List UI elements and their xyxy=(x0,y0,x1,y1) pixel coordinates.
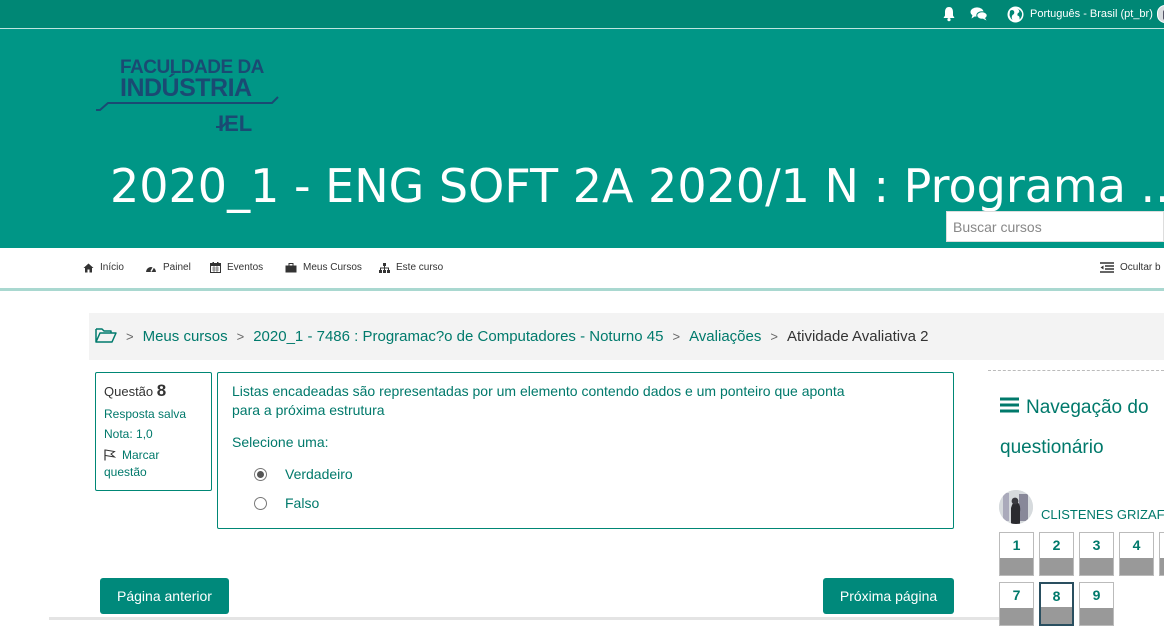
nav-item-painel[interactable]: Painel xyxy=(145,262,191,273)
dashboard-icon xyxy=(145,263,163,273)
flag-icon xyxy=(104,449,117,465)
question-status: Resposta salva xyxy=(104,407,187,421)
question-grade: Nota: 1,0 xyxy=(104,427,153,441)
question-number: Questão 8 xyxy=(104,381,167,400)
quiz-nav-button-9[interactable]: 9 xyxy=(1079,582,1114,626)
bell-icon[interactable] xyxy=(941,0,957,28)
chat-icon[interactable] xyxy=(970,0,988,28)
outdent-icon xyxy=(1100,262,1120,273)
calendar-icon xyxy=(210,262,227,273)
option-falso[interactable]: Falso xyxy=(254,495,319,511)
breadcrumb-course[interactable]: 2020_1 - 7486 : Programac?o de Computado… xyxy=(253,328,663,345)
previous-page-button[interactable]: Página anterior xyxy=(100,578,229,614)
answer-prompt: Selecione uma: xyxy=(232,434,329,450)
option-verdadeiro[interactable]: Verdadeiro xyxy=(254,466,353,482)
quiz-nav-button-1[interactable]: 1 xyxy=(999,532,1034,576)
user-avatar[interactable] xyxy=(1157,0,1164,28)
next-page-button[interactable]: Próxima página xyxy=(823,578,954,614)
logo-line3: IEL xyxy=(218,111,253,136)
navbar-divider xyxy=(0,288,1164,291)
breadcrumb-separator: > xyxy=(770,329,778,344)
course-title: 2020_1 - ENG SOFT 2A 2020/1 N : Programa… xyxy=(110,159,1164,213)
quiz-nav-button-8-current[interactable]: 8 xyxy=(1039,582,1074,626)
nav-item-este-curso[interactable]: Este curso xyxy=(379,262,443,273)
home-icon xyxy=(83,263,100,273)
breadcrumb-meus-cursos[interactable]: Meus cursos xyxy=(143,328,228,345)
question-info-box: Questão 8 Resposta salva Nota: 1,0 Marca… xyxy=(95,372,212,491)
flag-question-button[interactable]: Marcar xyxy=(104,448,211,465)
breadcrumb-separator: > xyxy=(672,329,681,344)
breadcrumb-avaliacoes[interactable]: Avaliações xyxy=(689,328,761,345)
briefcase-icon xyxy=(285,262,303,273)
logo-line2: INDÚSTRIA xyxy=(120,74,252,102)
breadcrumb: > Meus cursos > 2020_1 - 7486 : Programa… xyxy=(89,313,1164,360)
nav-item-inicio[interactable]: Início xyxy=(83,262,124,273)
breadcrumb-separator: > xyxy=(126,329,134,344)
quiz-nav-button-4[interactable]: 4 xyxy=(1119,532,1154,576)
radio-falso[interactable] xyxy=(254,496,267,510)
quiz-nav-button-7[interactable]: 7 xyxy=(999,582,1034,626)
nav-item-eventos[interactable]: Eventos xyxy=(210,262,263,273)
sidebar-divider xyxy=(988,370,1164,371)
sitemap-icon xyxy=(379,262,396,273)
breadcrumb-separator: > xyxy=(236,329,245,344)
nav-item-meus-cursos[interactable]: Meus Cursos xyxy=(285,262,362,273)
quiz-nav-button-3[interactable]: 3 xyxy=(1079,532,1114,576)
quiz-navigation-title: Navegação do questionário xyxy=(1000,388,1164,468)
main-navbar: Início Painel Eventos Meus Cursos Este c… xyxy=(0,248,1164,288)
flag-label-line2: questão xyxy=(104,465,147,479)
question-box: Listas encadeadas são representadas por … xyxy=(217,372,954,529)
breadcrumb-current: Atividade Avaliativa 2 xyxy=(786,328,929,345)
hide-blocks-button[interactable]: Ocultar b xyxy=(1100,262,1161,273)
user-name: CLISTENES GRIZAF xyxy=(1041,507,1164,522)
language-menu[interactable]: Português - Brasil (pt_br) xyxy=(1007,0,1153,28)
globe-icon xyxy=(1007,6,1024,23)
user-avatar-picture xyxy=(999,490,1033,524)
question-text: Listas encadeadas são representadas por … xyxy=(232,383,845,418)
quiz-nav-button-5[interactable] xyxy=(1159,532,1164,576)
language-label: Português - Brasil (pt_br) xyxy=(1030,8,1153,20)
menu-icon xyxy=(1000,388,1019,428)
quiz-user: CLISTENES GRIZAF xyxy=(999,490,1164,524)
quiz-nav-button-2[interactable]: 2 xyxy=(1039,532,1074,576)
radio-verdadeiro[interactable] xyxy=(254,467,267,481)
logo[interactable]: FACULDADE DA INDÚSTRIA IEL xyxy=(94,57,284,137)
folder-icon[interactable] xyxy=(95,327,117,347)
search-courses-input[interactable]: Buscar cursos xyxy=(946,211,1164,242)
top-bar: Português - Brasil (pt_br) xyxy=(0,0,1164,28)
